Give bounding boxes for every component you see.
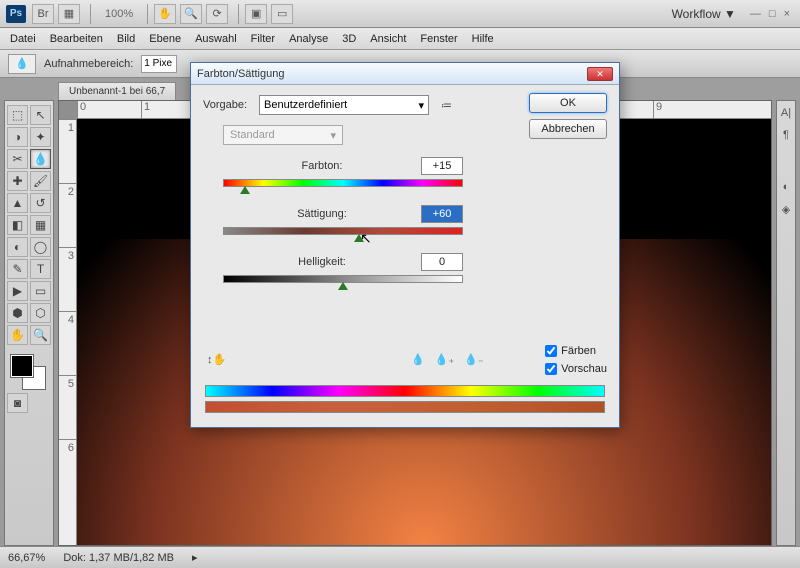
close-button[interactable]: ×: [784, 8, 790, 20]
dialog-titlebar[interactable]: Farbton/Sättigung ✕: [191, 63, 619, 85]
type-tool[interactable]: T: [30, 259, 51, 279]
workspace-switcher[interactable]: Workflow ▼: [672, 7, 736, 21]
lasso-tool[interactable]: ◑: [7, 127, 28, 147]
ok-button[interactable]: OK: [529, 93, 607, 113]
eraser-tool[interactable]: ◧: [7, 215, 28, 235]
3d-camera-tool[interactable]: ⬡: [30, 303, 51, 323]
3d-tool[interactable]: ⬢: [7, 303, 28, 323]
hue-value-input[interactable]: +15: [421, 157, 463, 175]
status-doc-size[interactable]: Dok: 1,37 MB/1,82 MB: [63, 552, 174, 564]
arrange-button[interactable]: ▭: [271, 4, 293, 24]
status-zoom[interactable]: 66,67%: [8, 552, 45, 564]
edit-channel-dropdown[interactable]: Standard ▾: [223, 125, 343, 145]
hue-slider[interactable]: [223, 179, 463, 187]
screen-mode-button[interactable]: ▣: [245, 4, 267, 24]
scrubby-icon[interactable]: ↕✋: [207, 353, 226, 366]
sample-size-label: Aufnahmebereich:: [44, 58, 133, 70]
film-button[interactable]: ▦: [58, 4, 80, 24]
zoom-level[interactable]: 100%: [105, 8, 133, 20]
history-brush-tool[interactable]: ↺: [30, 193, 51, 213]
saturation-label: Sättigung:: [223, 208, 421, 220]
gradient-tool[interactable]: ▦: [30, 215, 51, 235]
menubar: Datei Bearbeiten Bild Ebene Auswahl Filt…: [0, 28, 800, 50]
brush-tool[interactable]: 🖌: [30, 171, 51, 191]
lightness-value-input[interactable]: 0: [421, 253, 463, 271]
preset-label: Vorgabe:: [203, 99, 259, 111]
input-color-strip: [205, 385, 605, 397]
dialog-title: Farbton/Sättigung: [197, 68, 284, 80]
preview-checkbox[interactable]: Vorschau: [545, 363, 607, 375]
sample-size-input[interactable]: [141, 55, 177, 73]
color-panel-icon[interactable]: ◐: [783, 181, 790, 193]
menu-bearbeiten[interactable]: Bearbeiten: [50, 33, 103, 45]
layers-panel-icon[interactable]: ◈: [782, 203, 790, 216]
hue-saturation-dialog: Farbton/Sättigung ✕ Vorgabe: Benutzerdef…: [190, 62, 620, 428]
menu-auswahl[interactable]: Auswahl: [195, 33, 237, 45]
lightness-slider[interactable]: [223, 275, 463, 283]
cancel-button[interactable]: Abbrechen: [529, 119, 607, 139]
cursor-icon: ↖: [360, 230, 372, 247]
shape-tool[interactable]: ▭: [30, 281, 51, 301]
eyedropper-group: 💧 💧₊ 💧₋: [411, 353, 484, 366]
move-tool[interactable]: ⬚: [7, 105, 28, 125]
color-wells[interactable]: [7, 353, 51, 389]
heal-tool[interactable]: ✚: [7, 171, 28, 191]
menu-3d[interactable]: 3D: [342, 33, 356, 45]
app-logo: Ps: [6, 5, 26, 23]
menu-ansicht[interactable]: Ansicht: [370, 33, 406, 45]
output-color-strip: [205, 401, 605, 413]
preset-dropdown[interactable]: Benutzerdefiniert ▾: [259, 95, 429, 115]
menu-hilfe[interactable]: Hilfe: [472, 33, 494, 45]
menu-filter[interactable]: Filter: [251, 33, 275, 45]
hand-tool[interactable]: ✋: [7, 325, 28, 345]
eyedropper-tool[interactable]: 💧: [30, 149, 51, 169]
quickmask-tool[interactable]: ◙: [7, 393, 28, 413]
dodge-tool[interactable]: ◯: [30, 237, 51, 257]
document-tab[interactable]: Unbenannt-1 bei 66,7: [58, 82, 176, 100]
rotate-view-button[interactable]: ⟳: [206, 4, 228, 24]
ruler-vertical: 123456: [59, 119, 77, 545]
eyedropper-icon: 💧: [8, 54, 36, 74]
lightness-label: Helligkeit:: [223, 256, 421, 268]
color-strips: [205, 381, 605, 413]
menu-datei[interactable]: Datei: [10, 33, 36, 45]
stamp-tool[interactable]: ▲: [7, 193, 28, 213]
menu-ebene[interactable]: Ebene: [149, 33, 181, 45]
chevron-down-icon: ▾: [418, 99, 424, 112]
saturation-value-input[interactable]: +60: [421, 205, 463, 223]
status-arrow-icon[interactable]: ▸: [192, 551, 198, 564]
eyedropper-add-icon[interactable]: 💧₊: [435, 353, 455, 366]
hand-tool-button[interactable]: ✋: [154, 4, 176, 24]
menu-bild[interactable]: Bild: [117, 33, 135, 45]
eyedropper-set-icon[interactable]: 💧: [411, 353, 425, 366]
crop-tool[interactable]: ✂: [7, 149, 28, 169]
maximize-button[interactable]: □: [769, 8, 776, 20]
toolbox: ⬚↖ ◑✦ ✂💧 ✚🖌 ▲↺ ◧▦ ◐◯ ✎T ▶▭ ⬢⬡ ✋🔍 ◙: [4, 100, 54, 546]
path-select-tool[interactable]: ▶: [7, 281, 28, 301]
hue-label: Farbton:: [223, 160, 421, 172]
colorize-checkbox[interactable]: Färben: [545, 345, 607, 357]
foreground-color[interactable]: [11, 355, 33, 377]
statusbar: 66,67% Dok: 1,37 MB/1,82 MB ▸: [0, 546, 800, 568]
blur-tool[interactable]: ◐: [7, 237, 28, 257]
chevron-down-icon: ▾: [330, 129, 336, 142]
preset-value: Benutzerdefiniert: [264, 99, 347, 111]
wand-tool[interactable]: ✦: [30, 127, 51, 147]
paragraph-panel-icon[interactable]: ¶: [783, 129, 789, 141]
minimize-button[interactable]: —: [750, 8, 761, 20]
zoom-tool[interactable]: 🔍: [30, 325, 51, 345]
pen-tool[interactable]: ✎: [7, 259, 28, 279]
menu-analyse[interactable]: Analyse: [289, 33, 328, 45]
zoom-tool-button[interactable]: 🔍: [180, 4, 202, 24]
type-panel-icon[interactable]: A|: [781, 107, 791, 119]
app-titlebar: Ps Br ▦ 100% ✋ 🔍 ⟳ ▣ ▭ Workflow ▼ — □ ×: [0, 0, 800, 28]
bridge-button[interactable]: Br: [32, 4, 54, 24]
eyedropper-subtract-icon[interactable]: 💧₋: [464, 353, 484, 366]
saturation-slider[interactable]: ↖: [223, 227, 463, 235]
preset-menu-icon[interactable]: ≔: [441, 99, 452, 112]
menu-fenster[interactable]: Fenster: [420, 33, 457, 45]
right-dock: A| ¶ ◐ ◈: [776, 100, 796, 546]
dialog-close-button[interactable]: ✕: [587, 67, 613, 81]
marquee-tool[interactable]: ↖: [30, 105, 51, 125]
